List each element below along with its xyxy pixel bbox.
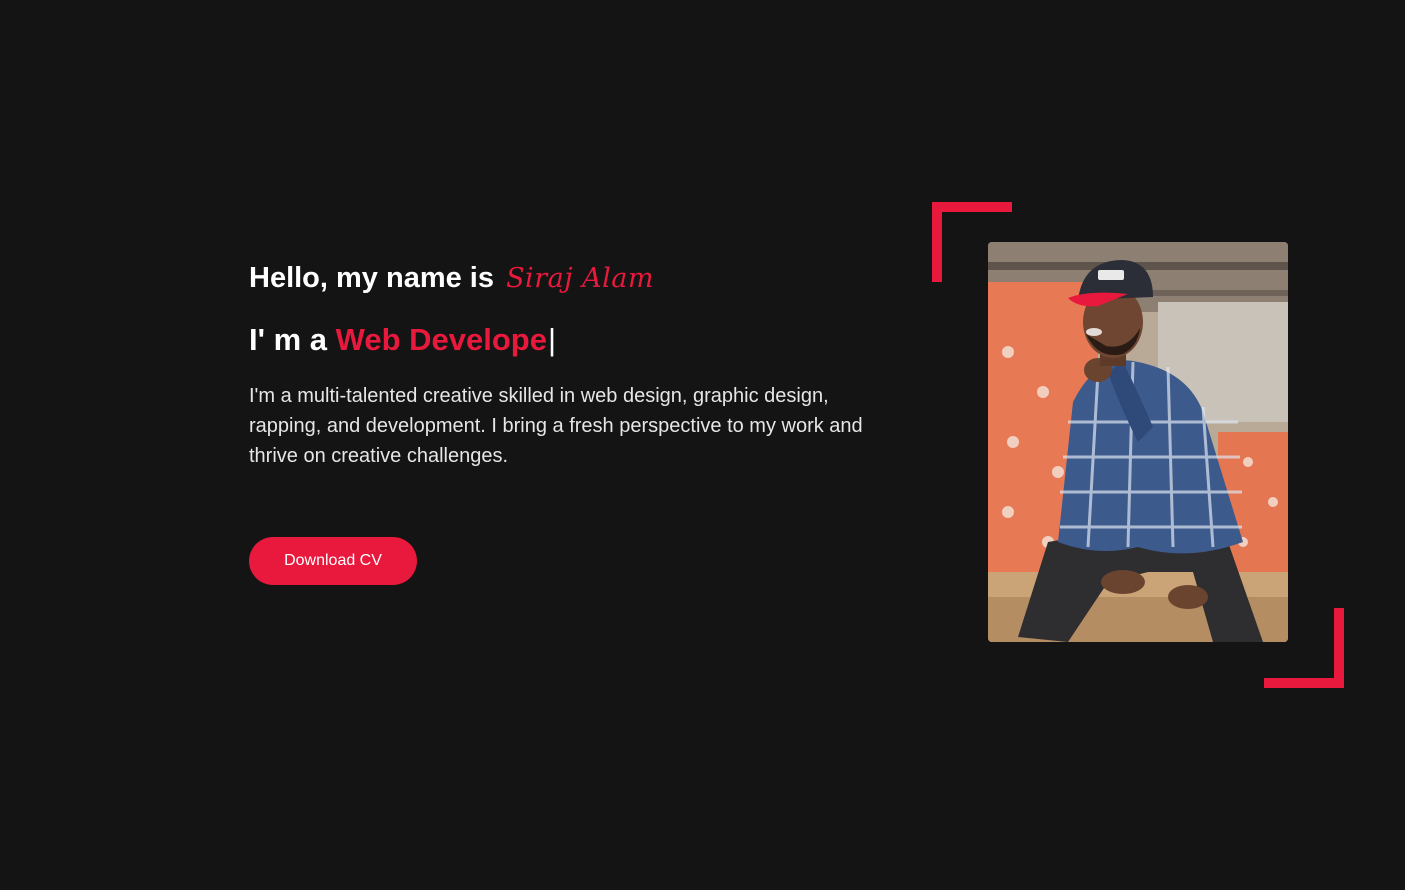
profile-photo (988, 242, 1288, 642)
greeting-prefix: Hello, my name is (249, 262, 494, 294)
hero-intro: Hello, my name is Siraj Alam I' m a Web … (249, 258, 889, 471)
greeting-heading: Hello, my name is Siraj Alam (249, 258, 889, 299)
profile-photo-illustration (988, 242, 1288, 642)
typed-role: Web Develope (335, 322, 547, 357)
download-cv-button[interactable]: Download CV (249, 537, 417, 585)
frame-corner-bottom-right-vertical (1334, 608, 1344, 688)
bio-paragraph: I'm a multi-talented creative skilled in… (249, 385, 863, 467)
owner-name: Siraj Alam (506, 263, 654, 294)
role-heading: I' m a Web Develope| (249, 319, 889, 361)
frame-corner-bottom-right (1264, 678, 1344, 688)
frame-corner-top-left-vertical (932, 202, 942, 282)
profile-photo-frame (932, 202, 1344, 688)
typing-cursor: | (547, 322, 557, 357)
frame-corner-top-left (932, 202, 1012, 212)
role-prefix: I' m a (249, 322, 328, 357)
